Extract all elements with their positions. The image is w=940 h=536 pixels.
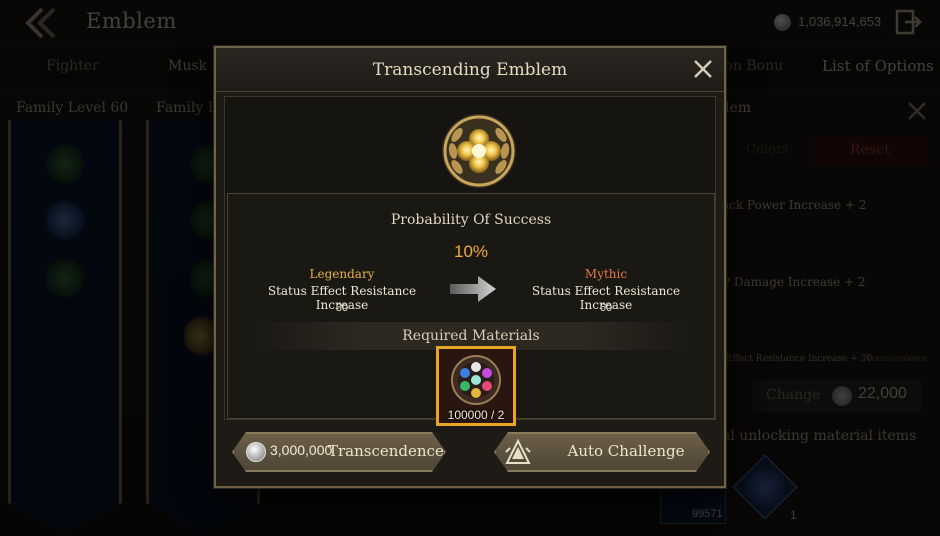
- transcendence-button[interactable]: 3,000,000 Transcendence: [232, 432, 446, 472]
- transcendence-label: Transcendence: [328, 442, 444, 460]
- probability-value: 10%: [453, 242, 489, 261]
- next-grade: Mythic: [584, 267, 628, 281]
- probability-label: Probability Of Success: [390, 212, 552, 228]
- dialog-title: Transcending Emblem: [372, 60, 568, 80]
- gem-orb-material-icon: [451, 355, 501, 405]
- auto-challenge-label: Auto Challenge: [567, 442, 685, 460]
- silver-coin-icon: [246, 442, 266, 462]
- close-icon[interactable]: [692, 58, 714, 80]
- transcend-emblem-dialog: Transcending Emblem Probability Of Succe…: [214, 46, 726, 488]
- current-grade: Legendary: [309, 267, 375, 281]
- transcend-details: Probability Of Success 10% Legendary Sta…: [227, 193, 715, 426]
- gold-emblem-medal-icon: [442, 114, 516, 188]
- auto-challenge-icon: [505, 438, 531, 464]
- dialog-header: Transcending Emblem: [216, 48, 724, 92]
- required-materials-label: Required Materials: [402, 328, 540, 344]
- material-count: 100000 / 2: [447, 408, 505, 422]
- auto-challenge-button[interactable]: Auto Challenge: [494, 432, 710, 472]
- next-stat-value: 60: [599, 302, 613, 314]
- arrow-right-icon: [450, 276, 496, 302]
- material-slot[interactable]: 100000 / 2: [436, 346, 516, 426]
- current-stat-value: 30: [335, 302, 349, 314]
- transcend-cost: 3,000,000: [270, 442, 333, 458]
- dialog-body: Probability Of Success 10% Legendary Sta…: [224, 96, 716, 426]
